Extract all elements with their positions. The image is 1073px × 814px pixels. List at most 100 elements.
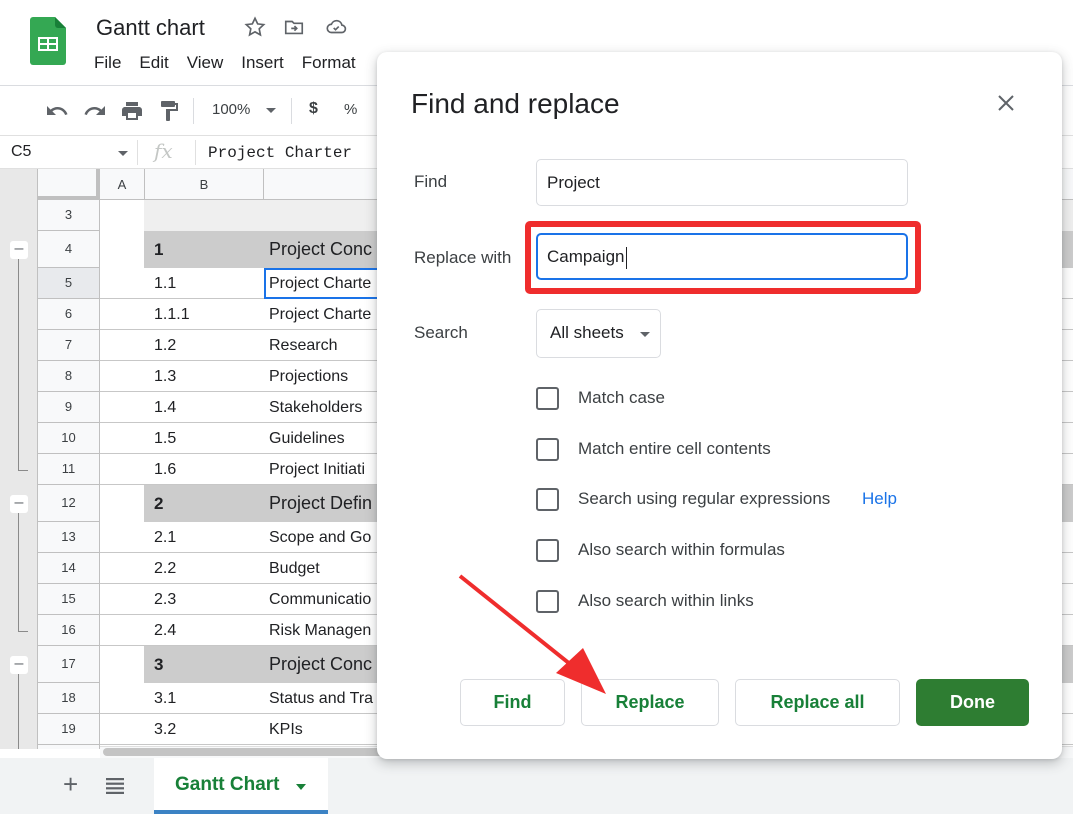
match-entire-cell-checkbox[interactable] bbox=[536, 438, 559, 461]
cell-b[interactable]: 1.3 bbox=[149, 361, 267, 392]
row-header-19[interactable]: 19 bbox=[38, 714, 99, 745]
sheet-tab-label: Gantt Chart bbox=[175, 774, 280, 795]
regex-checkbox[interactable] bbox=[536, 488, 559, 511]
option-regex[interactable]: Search using regular expressions Help bbox=[536, 488, 956, 514]
dialog-title: Find and replace bbox=[411, 88, 620, 119]
name-box[interactable]: C5 bbox=[11, 143, 31, 161]
cell-b[interactable]: 1.6 bbox=[149, 454, 267, 485]
search-scope-value: All sheets bbox=[550, 323, 624, 342]
format-percent-button[interactable]: % bbox=[344, 101, 357, 118]
row-header-9[interactable]: 9 bbox=[38, 392, 99, 423]
chevron-down-icon[interactable] bbox=[118, 151, 128, 156]
cell-b[interactable]: 1 bbox=[149, 231, 267, 268]
cell-b[interactable]: 2.3 bbox=[149, 584, 267, 615]
cloud-saved-icon[interactable] bbox=[325, 16, 347, 38]
column-header-b[interactable]: B bbox=[145, 169, 264, 200]
move-to-folder-icon[interactable] bbox=[283, 16, 305, 38]
horizontal-scrollbar-thumb[interactable] bbox=[103, 748, 393, 756]
find-replace-dialog: Find and replace Find Project Replace wi… bbox=[377, 52, 1062, 759]
cell-b[interactable]: 1.1 bbox=[149, 268, 267, 299]
cell-b[interactable]: 2.2 bbox=[149, 553, 267, 584]
search-scope-select[interactable]: All sheets bbox=[536, 309, 661, 358]
row-header-13[interactable]: 13 bbox=[38, 522, 99, 553]
menu-insert[interactable]: Insert bbox=[241, 53, 284, 73]
match-case-checkbox[interactable] bbox=[536, 387, 559, 410]
help-link[interactable]: Help bbox=[862, 489, 897, 509]
document-title[interactable]: Gantt chart bbox=[96, 15, 205, 41]
cell-b[interactable]: 1.5 bbox=[149, 423, 267, 454]
cell-b[interactable]: 1.1.1 bbox=[149, 299, 267, 330]
cell-b[interactable]: 2.1 bbox=[149, 522, 267, 553]
selected-cell-c5[interactable] bbox=[264, 268, 384, 299]
print-icon[interactable] bbox=[120, 99, 144, 123]
collapse-group-icon[interactable]: – bbox=[10, 494, 28, 513]
row-header-8[interactable]: 8 bbox=[38, 361, 99, 392]
select-all-corner[interactable] bbox=[38, 169, 100, 200]
cell-b[interactable]: 3.1 bbox=[149, 683, 267, 714]
replace-with-label: Replace with bbox=[414, 248, 512, 267]
row-header-3[interactable]: 3 bbox=[38, 200, 99, 231]
collapse-group-icon[interactable]: – bbox=[10, 655, 28, 674]
toolbar-divider bbox=[193, 98, 194, 124]
row-header-18[interactable]: 18 bbox=[38, 683, 99, 714]
search-formulas-checkbox[interactable] bbox=[536, 539, 559, 562]
undo-icon[interactable] bbox=[45, 99, 69, 123]
cell-b[interactable]: 3.2 bbox=[149, 714, 267, 745]
chevron-down-icon[interactable] bbox=[266, 108, 276, 113]
row-header-7[interactable]: 7 bbox=[38, 330, 99, 361]
replace-all-button[interactable]: Replace all bbox=[735, 679, 900, 726]
group-line-end bbox=[18, 469, 28, 471]
menu-file[interactable]: File bbox=[94, 53, 121, 73]
zoom-select[interactable]: 100% bbox=[212, 101, 250, 118]
all-sheets-menu-icon[interactable] bbox=[106, 778, 124, 794]
format-currency-button[interactable]: $ bbox=[309, 100, 318, 118]
row-header-14[interactable]: 14 bbox=[38, 553, 99, 584]
find-button[interactable]: Find bbox=[460, 679, 565, 726]
row-header-16[interactable]: 16 bbox=[38, 615, 99, 646]
find-input[interactable]: Project bbox=[536, 159, 908, 206]
paint-format-icon[interactable] bbox=[157, 99, 181, 123]
redo-icon[interactable] bbox=[83, 99, 107, 123]
group-line-end bbox=[18, 630, 28, 632]
find-label: Find bbox=[414, 172, 448, 191]
sheet-tab-gantt-chart[interactable]: Gantt Chart bbox=[154, 758, 328, 814]
text-cursor bbox=[625, 246, 627, 269]
cell-b[interactable]: 1.4 bbox=[149, 392, 267, 423]
row-header-10[interactable]: 10 bbox=[38, 423, 99, 454]
row-header-11[interactable]: 11 bbox=[38, 454, 99, 485]
row-header-17[interactable]: 17 bbox=[38, 646, 99, 683]
cell-b[interactable]: 2.4 bbox=[149, 615, 267, 646]
menu-format[interactable]: Format bbox=[302, 53, 356, 73]
group-line bbox=[18, 512, 19, 631]
star-icon[interactable] bbox=[244, 16, 266, 38]
column-header-a[interactable]: A bbox=[100, 169, 145, 200]
chevron-down-icon[interactable] bbox=[296, 784, 306, 790]
cell-b[interactable]: 2 bbox=[149, 485, 267, 522]
row-header-5[interactable]: 5 bbox=[38, 268, 99, 299]
collapse-group-icon[interactable]: – bbox=[10, 240, 28, 259]
option-label: Match case bbox=[578, 388, 665, 407]
formula-input[interactable]: Project Charter bbox=[208, 144, 352, 162]
divider bbox=[195, 140, 196, 165]
close-icon[interactable] bbox=[995, 92, 1017, 114]
row-header-15[interactable]: 15 bbox=[38, 584, 99, 615]
row-header-12[interactable]: 12 bbox=[38, 485, 99, 522]
search-links-checkbox[interactable] bbox=[536, 590, 559, 613]
option-label: Also search within formulas bbox=[578, 540, 785, 559]
menu-view[interactable]: View bbox=[187, 53, 224, 73]
sheets-logo-icon[interactable] bbox=[30, 17, 66, 65]
option-label: Also search within links bbox=[578, 591, 754, 610]
chevron-down-icon bbox=[640, 332, 650, 337]
row-header-4[interactable]: 4 bbox=[38, 231, 99, 268]
fx-icon: fx bbox=[154, 139, 173, 163]
replace-with-value: Campaign bbox=[547, 247, 625, 266]
cell-b[interactable]: 3 bbox=[149, 646, 267, 683]
menu-edit[interactable]: Edit bbox=[139, 53, 168, 73]
replace-with-input[interactable]: Campaign bbox=[536, 233, 908, 280]
row-header-6[interactable]: 6 bbox=[38, 299, 99, 330]
cell-b[interactable]: 1.2 bbox=[149, 330, 267, 361]
done-button[interactable]: Done bbox=[916, 679, 1029, 726]
sheet-tabs-bar: + Gantt Chart bbox=[0, 758, 1073, 814]
replace-button[interactable]: Replace bbox=[581, 679, 719, 726]
add-sheet-button[interactable]: + bbox=[63, 771, 78, 797]
